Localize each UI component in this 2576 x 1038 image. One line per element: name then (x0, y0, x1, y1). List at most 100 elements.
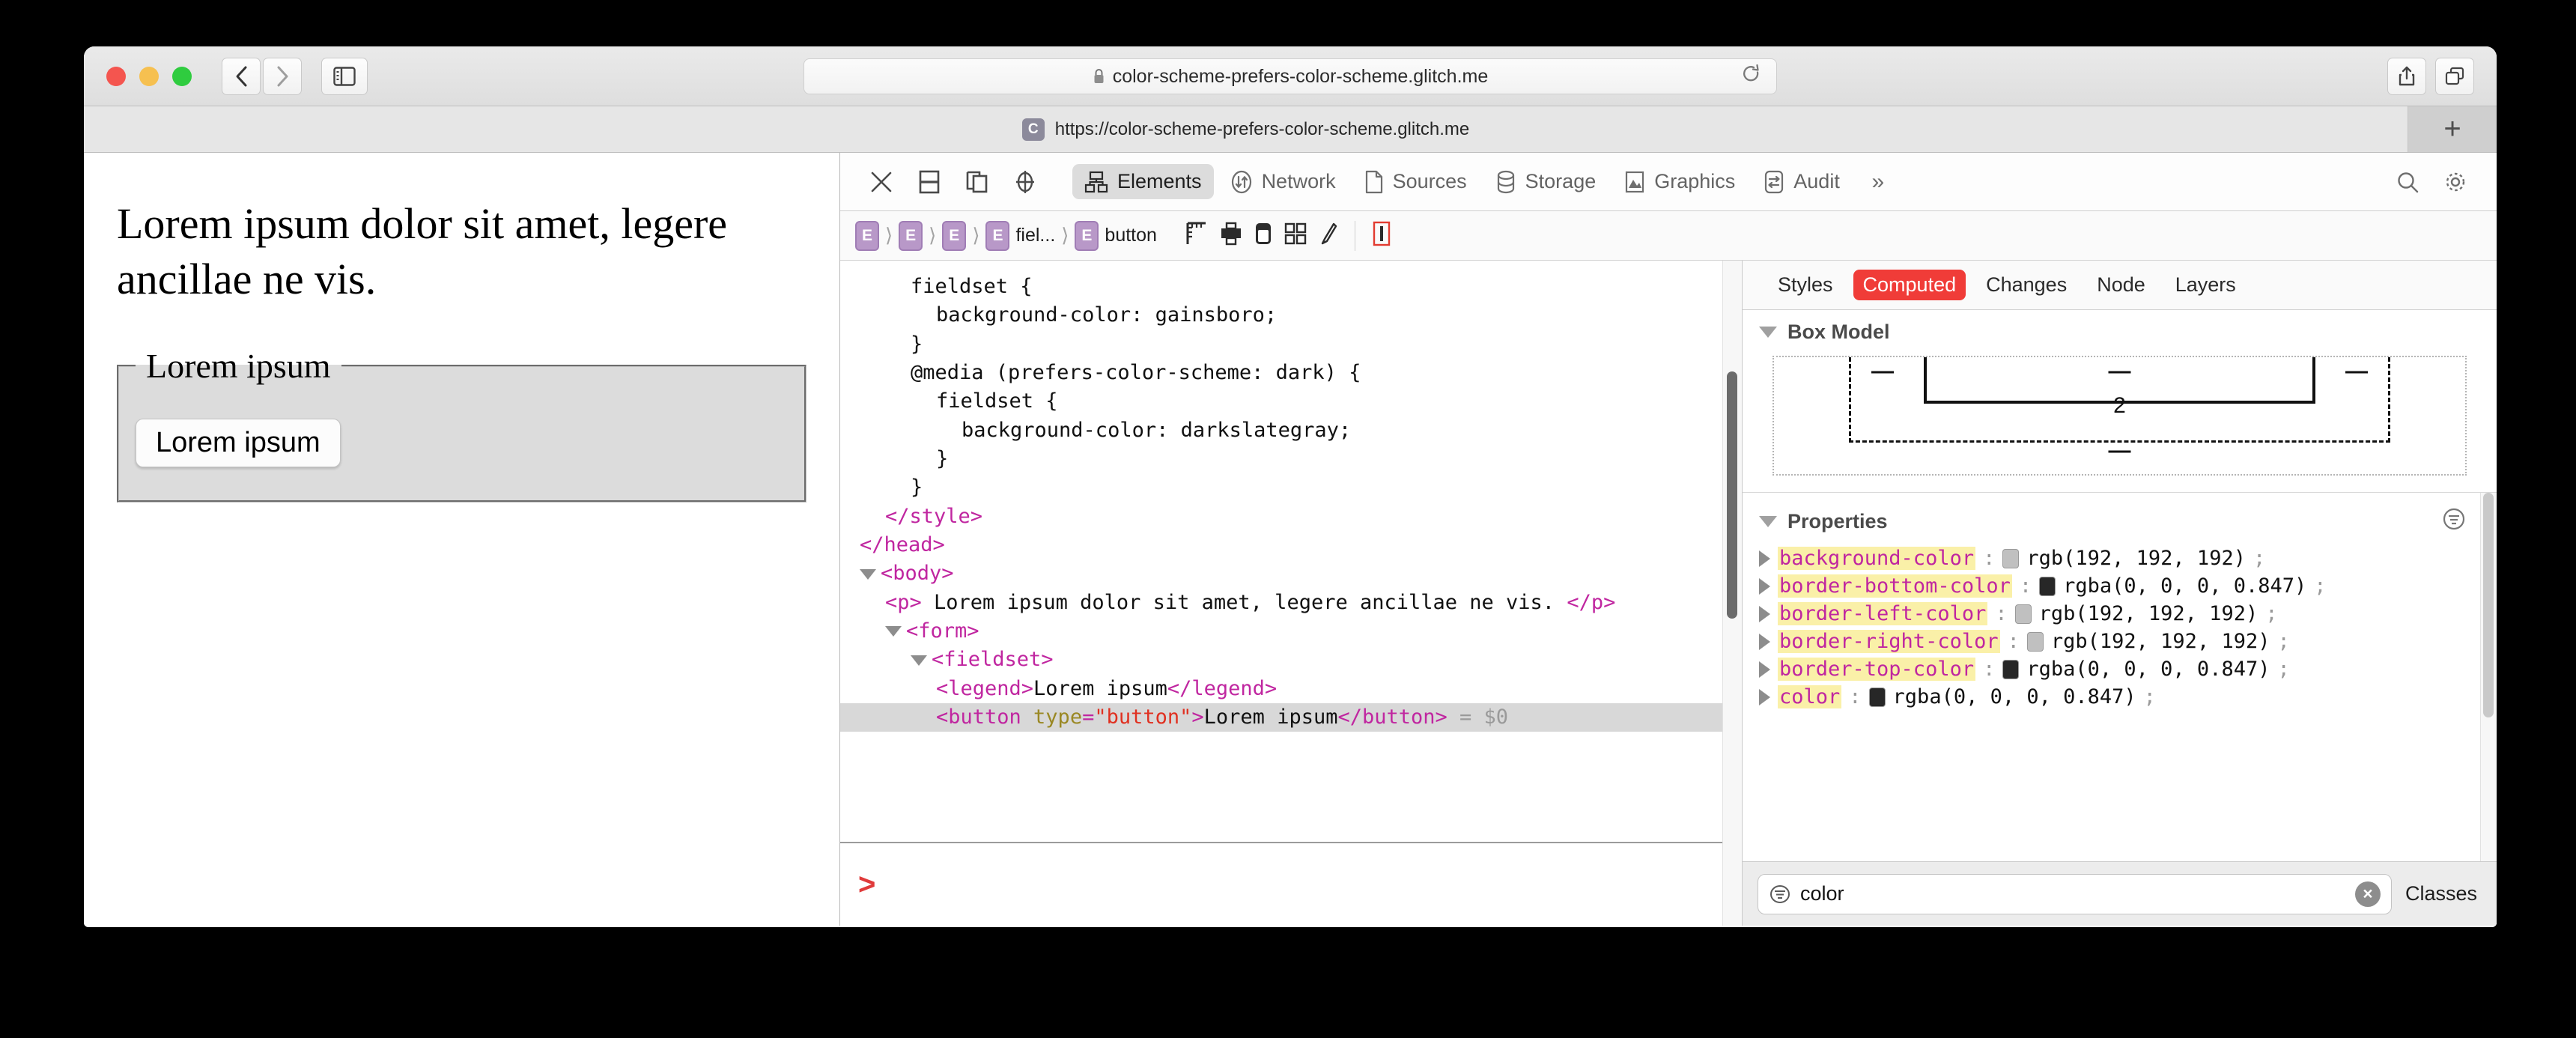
properties-options-button[interactable] (2441, 506, 2467, 537)
dom-line[interactable]: } (840, 473, 1742, 502)
box-model-margin-right[interactable]: — (2345, 359, 2368, 384)
panel-tab-graphics[interactable]: Graphics (1612, 164, 1747, 199)
chevron-right-icon[interactable] (1759, 605, 1770, 622)
color-swatch[interactable] (2039, 576, 2056, 596)
disclosure-triangle-icon[interactable] (860, 568, 876, 580)
color-swatch[interactable] (2002, 659, 2020, 679)
properties-scrollbar-thumb[interactable] (2483, 493, 2494, 717)
classes-button[interactable]: Classes (2405, 882, 2482, 905)
dom-tree-scrollbar-track[interactable] (1722, 261, 1742, 926)
minimize-window-button[interactable] (139, 66, 159, 86)
console-prompt-row[interactable]: > (840, 842, 1742, 926)
chevron-down-icon[interactable] (1759, 327, 1777, 338)
chevron-right-icon[interactable] (1759, 577, 1770, 595)
dom-line[interactable]: @media (prefers-color-scheme: dark) { (840, 359, 1742, 387)
chevron-right-icon[interactable] (1759, 633, 1770, 650)
sidebar-tab-styles[interactable]: Styles (1768, 270, 1843, 300)
clear-filter-button[interactable]: × (2354, 881, 2381, 907)
color-swatch[interactable] (2026, 631, 2044, 652)
dom-line[interactable]: </style> (840, 503, 1742, 531)
inspector-search-button[interactable] (2386, 160, 2429, 204)
chevron-down-icon[interactable] (1759, 516, 1777, 527)
sidebar-tab-node[interactable]: Node (2087, 270, 2155, 300)
panel-tab-storage[interactable]: Storage (1483, 164, 1609, 200)
property-row[interactable]: border-top-color: rgba(0, 0, 0, 0.847); (1743, 655, 2497, 683)
property-row[interactable]: color: rgba(0, 0, 0, 0.847); (1743, 683, 2497, 711)
navigation-buttons[interactable] (222, 57, 302, 95)
sidebar-toggle-button[interactable] (321, 57, 368, 95)
sidebar-tab-changes[interactable]: Changes (1976, 270, 2077, 300)
box-model-padding-value[interactable]: 2 (2113, 393, 2126, 419)
color-swatch[interactable] (2014, 604, 2032, 624)
maximize-window-button[interactable] (172, 66, 192, 86)
box-model-margin-center[interactable]: — (2109, 359, 2131, 384)
disclosure-triangle-icon[interactable] (885, 626, 902, 637)
address-bar-container[interactable]: color-scheme-prefers-color-scheme.glitch… (804, 58, 1777, 94)
new-tab-button[interactable]: + (2408, 106, 2497, 152)
address-bar[interactable]: color-scheme-prefers-color-scheme.glitch… (804, 58, 1777, 94)
chevron-right-icon[interactable] (1759, 550, 1770, 567)
dom-line[interactable]: fieldset { (840, 273, 1742, 301)
properties-filter-input[interactable]: color × (1758, 873, 2392, 914)
panel-tab-audit[interactable]: Audit (1752, 164, 1852, 200)
color-swatch[interactable] (2002, 548, 2020, 568)
layout-ruler-button[interactable] (1185, 221, 1208, 250)
visual-styles-button[interactable] (1372, 221, 1391, 250)
dom-line[interactable]: background-color: darkslategray; (840, 416, 1742, 445)
panel-tab-elements[interactable]: Elements (1072, 164, 1214, 199)
property-row[interactable]: border-right-color: rgb(192, 192, 192); (1743, 628, 2497, 655)
breadcrumb-item-button[interactable]: E button (1075, 220, 1157, 251)
dom-line[interactable]: } (840, 445, 1742, 473)
dom-line[interactable]: <fieldset> (840, 646, 1742, 674)
sidebar-tab-computed[interactable]: Computed (1853, 270, 1966, 300)
titlebar-right-buttons[interactable] (2387, 57, 2474, 95)
share-button[interactable] (2387, 57, 2426, 95)
breadcrumb-item[interactable]: E (855, 220, 879, 251)
dom-line[interactable]: <body> (840, 559, 1742, 588)
dom-line[interactable]: </head> (840, 531, 1742, 559)
inspector-settings-button[interactable] (2434, 160, 2477, 204)
panel-tab-sources[interactable]: Sources (1352, 164, 1479, 200)
print-styles-button[interactable] (1220, 222, 1242, 249)
dom-line[interactable]: background-color: gainsboro; (840, 301, 1742, 330)
chevron-right-icon[interactable] (1759, 688, 1770, 705)
inspect-element-button[interactable] (1003, 160, 1047, 204)
breadcrumb-item-fieldset[interactable]: E fiel... (985, 220, 1055, 251)
page-lorem-button[interactable]: Lorem ipsum (136, 419, 341, 468)
device-mode-button[interactable] (1254, 222, 1272, 249)
dom-line[interactable]: } (840, 330, 1742, 359)
property-row[interactable]: border-bottom-color: rgba(0, 0, 0, 0.847)… (1743, 572, 2497, 600)
property-row[interactable]: background-color: rgb(192, 192, 192); (1743, 544, 2497, 572)
box-model-header[interactable]: Box Model (1743, 310, 2497, 351)
color-swatch[interactable] (1868, 687, 1886, 707)
breadcrumb-item[interactable]: E (942, 220, 967, 251)
forward-button[interactable] (263, 57, 302, 95)
property-row[interactable]: border-left-color: rgb(192, 192, 192); (1743, 600, 2497, 628)
chevron-right-icon[interactable] (1759, 661, 1770, 678)
dock-separate-window-button[interactable] (956, 160, 999, 204)
window-traffic-lights[interactable] (106, 66, 192, 86)
dom-line-selected[interactable]: <button type="button">Lorem ipsum</butto… (840, 702, 1742, 732)
box-model-bottom-value[interactable]: — (2109, 438, 2131, 464)
dom-line[interactable]: <p> Lorem ipsum dolor sit amet, legere a… (840, 589, 1742, 617)
properties-header[interactable]: Properties (1743, 496, 2497, 544)
dock-bottom-button[interactable] (908, 160, 951, 204)
browser-tab[interactable]: C https://color-scheme-prefers-color-sch… (84, 106, 2408, 152)
dom-tree-scrollbar-thumb[interactable] (1727, 371, 1737, 619)
grid-overlay-button[interactable] (1284, 222, 1307, 249)
close-inspector-button[interactable] (860, 160, 903, 204)
reload-button[interactable] (1742, 64, 1761, 89)
sidebar-tab-layers[interactable]: Layers (2166, 270, 2246, 300)
close-window-button[interactable] (106, 66, 126, 86)
disclosure-triangle-icon[interactable] (911, 655, 927, 666)
dom-tree-code[interactable]: fieldset {background-color: gainsboro;} @… (840, 261, 1742, 842)
panel-tab-network[interactable]: Network (1218, 164, 1348, 200)
breadcrumb-item[interactable]: E (899, 220, 923, 251)
tab-overview-button[interactable] (2435, 57, 2474, 95)
paint-brush-button[interactable] (1319, 222, 1338, 249)
dom-line[interactable]: fieldset { (840, 387, 1742, 416)
properties-scrollbar-track[interactable] (2480, 493, 2497, 861)
back-button[interactable] (222, 57, 261, 95)
more-panels-button[interactable]: » (1856, 160, 1900, 204)
dom-line[interactable]: <form> (840, 617, 1742, 646)
